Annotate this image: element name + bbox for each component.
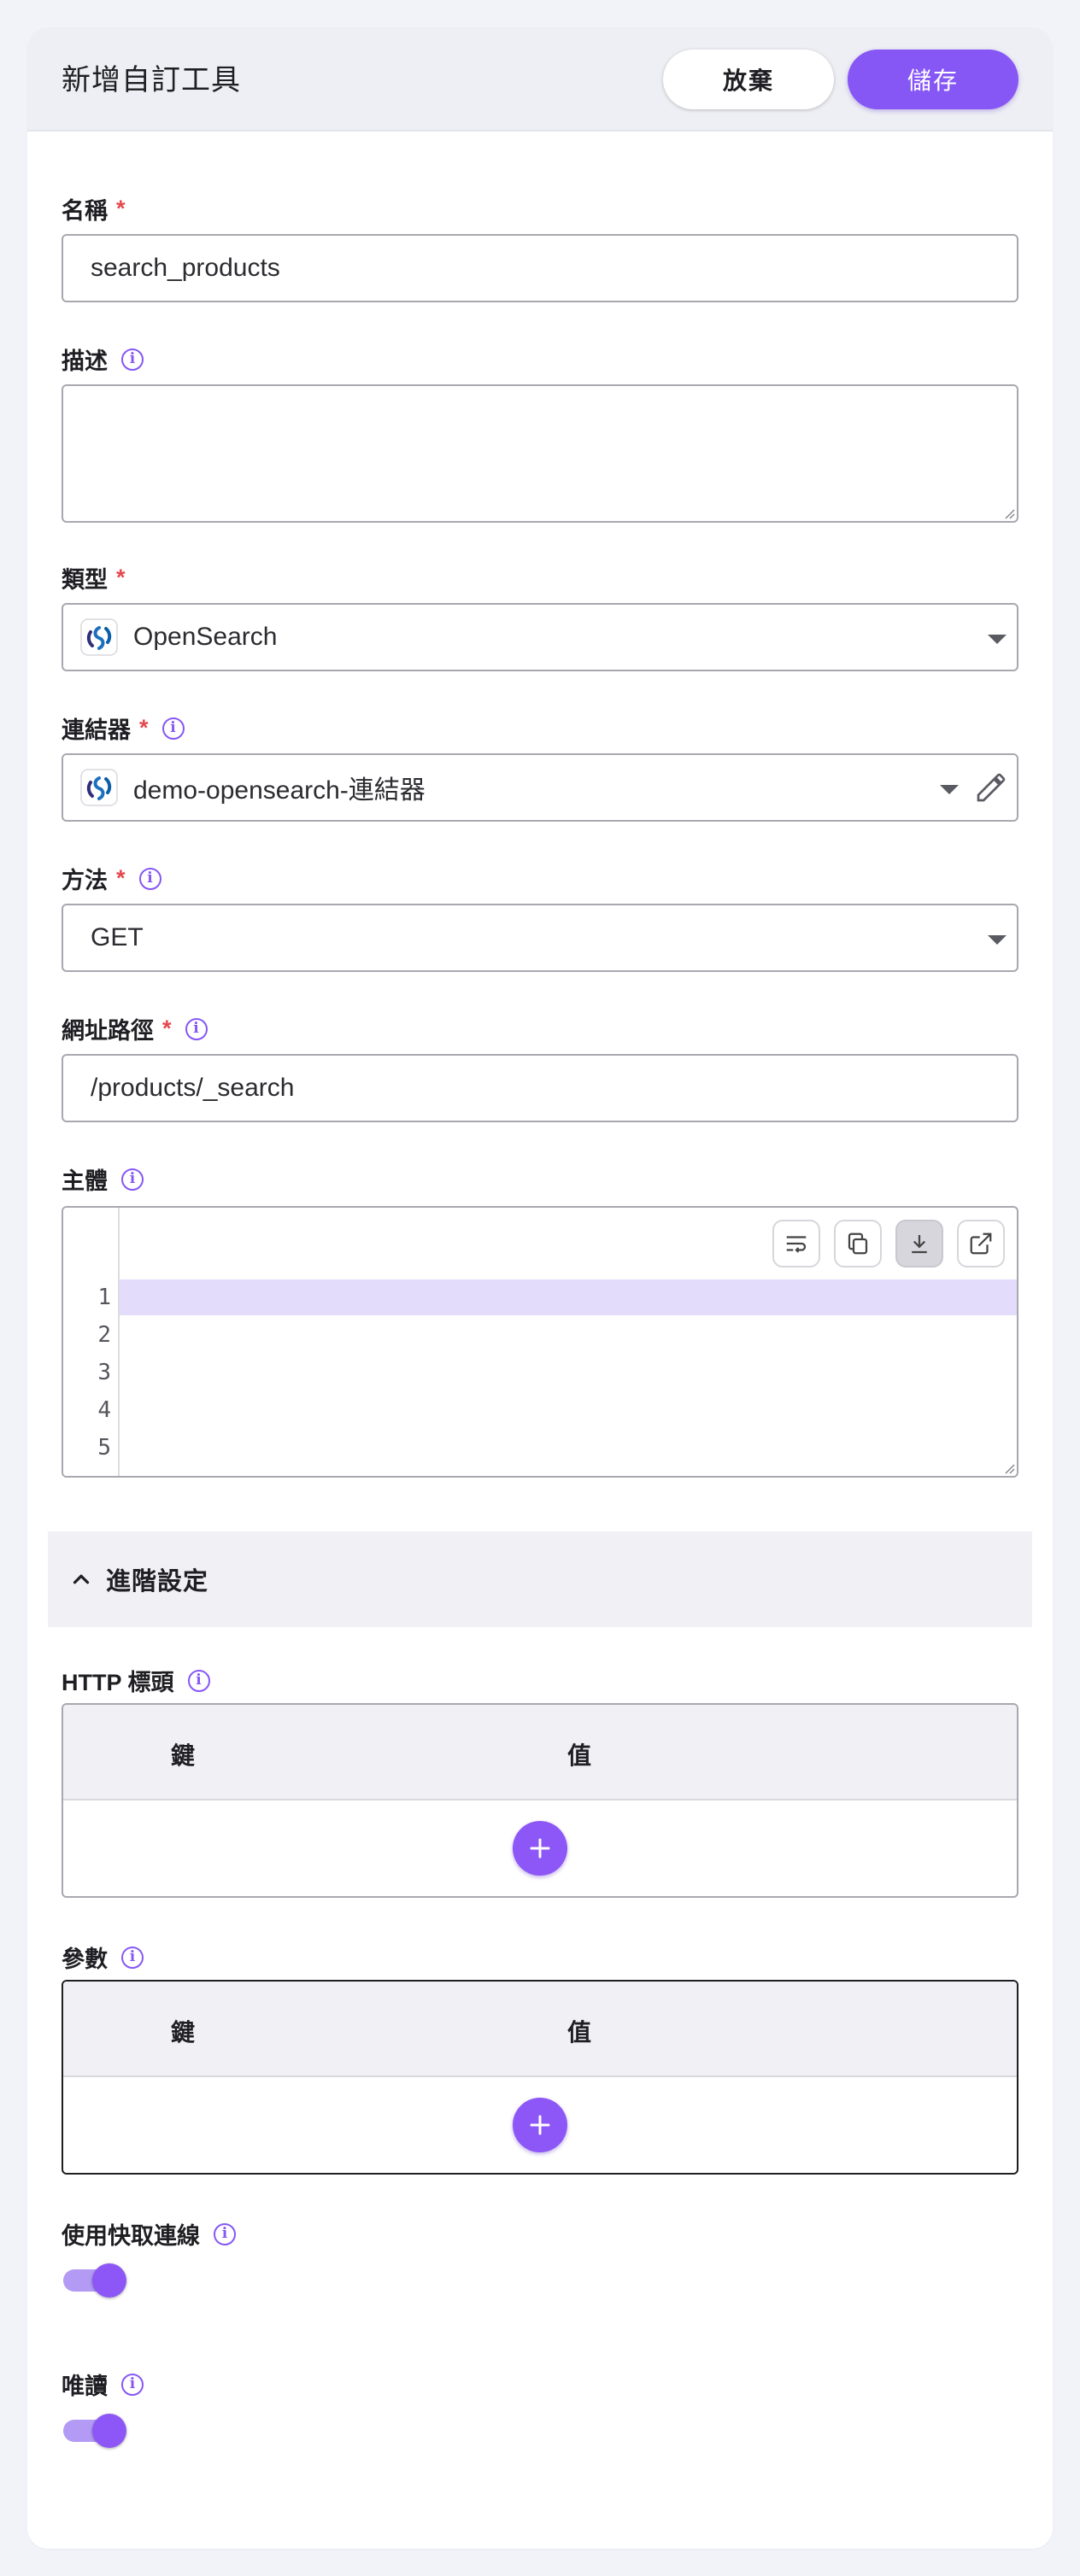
line-number: 3 bbox=[97, 1360, 111, 1385]
params-label-text: 參數 bbox=[62, 1947, 108, 1972]
info-icon[interactable]: i bbox=[138, 867, 161, 890]
chevron-down-icon[interactable] bbox=[940, 785, 959, 794]
edit-pencil-icon[interactable] bbox=[974, 770, 1008, 805]
path-label-text: 網址路徑 bbox=[62, 1018, 154, 1044]
path-input-value: /products/_search bbox=[91, 1074, 295, 1102]
path-label: 網址路徑 * i bbox=[62, 1012, 208, 1045]
type-label: 類型 * bbox=[62, 561, 126, 594]
type-select[interactable]: OpenSearch bbox=[62, 603, 1018, 671]
line-number: 4 bbox=[97, 1397, 111, 1423]
required-marker: * bbox=[116, 865, 126, 891]
required-marker: * bbox=[116, 565, 126, 590]
required-marker: * bbox=[116, 196, 126, 221]
http-headers-label: HTTP 標頭 i bbox=[62, 1664, 210, 1697]
info-icon[interactable]: i bbox=[121, 1946, 144, 1969]
download-button[interactable] bbox=[895, 1220, 943, 1268]
http-headers-table: 鍵 值 bbox=[62, 1703, 1018, 1898]
read-only-label: 唯讀 i bbox=[62, 2368, 144, 2401]
path-input[interactable]: /products/_search bbox=[62, 1054, 1018, 1122]
info-icon[interactable]: i bbox=[185, 1017, 208, 1040]
connector-label: 連結器 * i bbox=[62, 711, 185, 745]
advanced-settings-toggle[interactable]: 進階設定 bbox=[48, 1531, 1032, 1627]
description-label-text: 描述 bbox=[62, 348, 108, 374]
http-headers-label-text: HTTP 標頭 bbox=[62, 1670, 174, 1695]
download-icon bbox=[912, 1235, 927, 1254]
add-param-button[interactable] bbox=[513, 2098, 567, 2152]
body-label-text: 主體 bbox=[62, 1168, 108, 1194]
active-line-highlight bbox=[63, 1279, 1017, 1315]
name-label-text: 名稱 bbox=[62, 198, 108, 224]
open-external-button[interactable] bbox=[957, 1220, 1005, 1268]
name-label: 名稱 * bbox=[62, 192, 126, 225]
params-label: 參數 i bbox=[62, 1941, 144, 1974]
keep-alive-switch[interactable] bbox=[62, 2263, 132, 2298]
info-icon[interactable]: i bbox=[121, 348, 144, 371]
body-code-editor[interactable]: 1 2 3 4 5 bbox=[62, 1206, 1018, 1478]
advanced-settings-label: 進階設定 bbox=[106, 1568, 209, 1595]
info-icon[interactable]: i bbox=[121, 1168, 144, 1191]
description-textarea[interactable] bbox=[62, 384, 1018, 523]
custom-tool-form-card: 新增自訂工具 放棄 儲存 名稱 * search_products 描述 i 類… bbox=[27, 27, 1053, 2549]
value-column-header: 值 bbox=[567, 1742, 592, 1769]
type-label-text: 類型 bbox=[62, 567, 108, 593]
params-table: 鍵 值 bbox=[62, 1980, 1018, 2175]
name-input[interactable]: search_products bbox=[62, 234, 1018, 302]
copy-button[interactable] bbox=[834, 1220, 882, 1268]
form-header: 新增自訂工具 放棄 儲存 bbox=[27, 27, 1053, 132]
keep-alive-label-text: 使用快取連線 bbox=[62, 2223, 200, 2249]
save-button[interactable]: 儲存 bbox=[848, 50, 1018, 109]
required-marker: * bbox=[162, 1016, 172, 1041]
add-header-button[interactable] bbox=[513, 1821, 567, 1876]
resize-handle-icon[interactable] bbox=[1003, 1462, 1015, 1474]
line-number: 5 bbox=[97, 1435, 111, 1461]
info-icon[interactable]: i bbox=[214, 2222, 236, 2245]
name-input-value: search_products bbox=[91, 254, 280, 282]
table-header: 鍵 值 bbox=[63, 1982, 1017, 2077]
info-icon[interactable]: i bbox=[161, 717, 185, 740]
plus-icon bbox=[530, 2115, 550, 2135]
connector-select[interactable]: demo-opensearch-連結器 bbox=[62, 753, 1018, 822]
line-number: 1 bbox=[97, 1285, 111, 1310]
switch-thumb bbox=[92, 2263, 126, 2298]
method-select[interactable]: GET bbox=[62, 904, 1018, 972]
open-external-icon bbox=[970, 1232, 992, 1255]
switch-thumb bbox=[92, 2414, 126, 2448]
method-label-text: 方法 bbox=[62, 868, 108, 893]
key-column-header: 鍵 bbox=[171, 1742, 196, 1769]
line-number: 2 bbox=[97, 1322, 111, 1348]
info-icon[interactable]: i bbox=[187, 1669, 210, 1692]
copy-icon bbox=[848, 1232, 868, 1255]
wrap-lines-button[interactable] bbox=[772, 1220, 820, 1268]
chevron-down-icon[interactable] bbox=[988, 635, 1007, 644]
page-title: 新增自訂工具 bbox=[62, 64, 241, 97]
keep-alive-label: 使用快取連線 i bbox=[62, 2217, 236, 2251]
wrap-icon bbox=[786, 1236, 807, 1253]
info-icon[interactable]: i bbox=[121, 2373, 144, 2396]
method-label: 方法 * i bbox=[62, 862, 161, 895]
opensearch-logo-icon bbox=[80, 769, 118, 806]
connector-label-text: 連結器 bbox=[62, 717, 131, 743]
read-only-switch[interactable] bbox=[62, 2414, 132, 2448]
value-column-header: 值 bbox=[567, 2019, 592, 2046]
table-header: 鍵 值 bbox=[63, 1705, 1017, 1800]
type-select-value: OpenSearch bbox=[133, 623, 278, 651]
resize-handle-icon[interactable] bbox=[1003, 507, 1015, 519]
opensearch-logo-icon bbox=[80, 618, 118, 656]
key-column-header: 鍵 bbox=[171, 2019, 196, 2046]
read-only-label-text: 唯讀 bbox=[62, 2374, 108, 2399]
chevron-up-icon bbox=[73, 1574, 90, 1584]
required-marker: * bbox=[139, 715, 149, 741]
body-label: 主體 i bbox=[62, 1162, 144, 1196]
discard-button[interactable]: 放棄 bbox=[663, 50, 834, 109]
chevron-down-icon[interactable] bbox=[988, 935, 1007, 945]
method-select-value: GET bbox=[91, 923, 144, 951]
description-label: 描述 i bbox=[62, 342, 144, 376]
connector-select-value: demo-opensearch-連結器 bbox=[133, 776, 426, 805]
plus-icon bbox=[530, 1838, 550, 1859]
